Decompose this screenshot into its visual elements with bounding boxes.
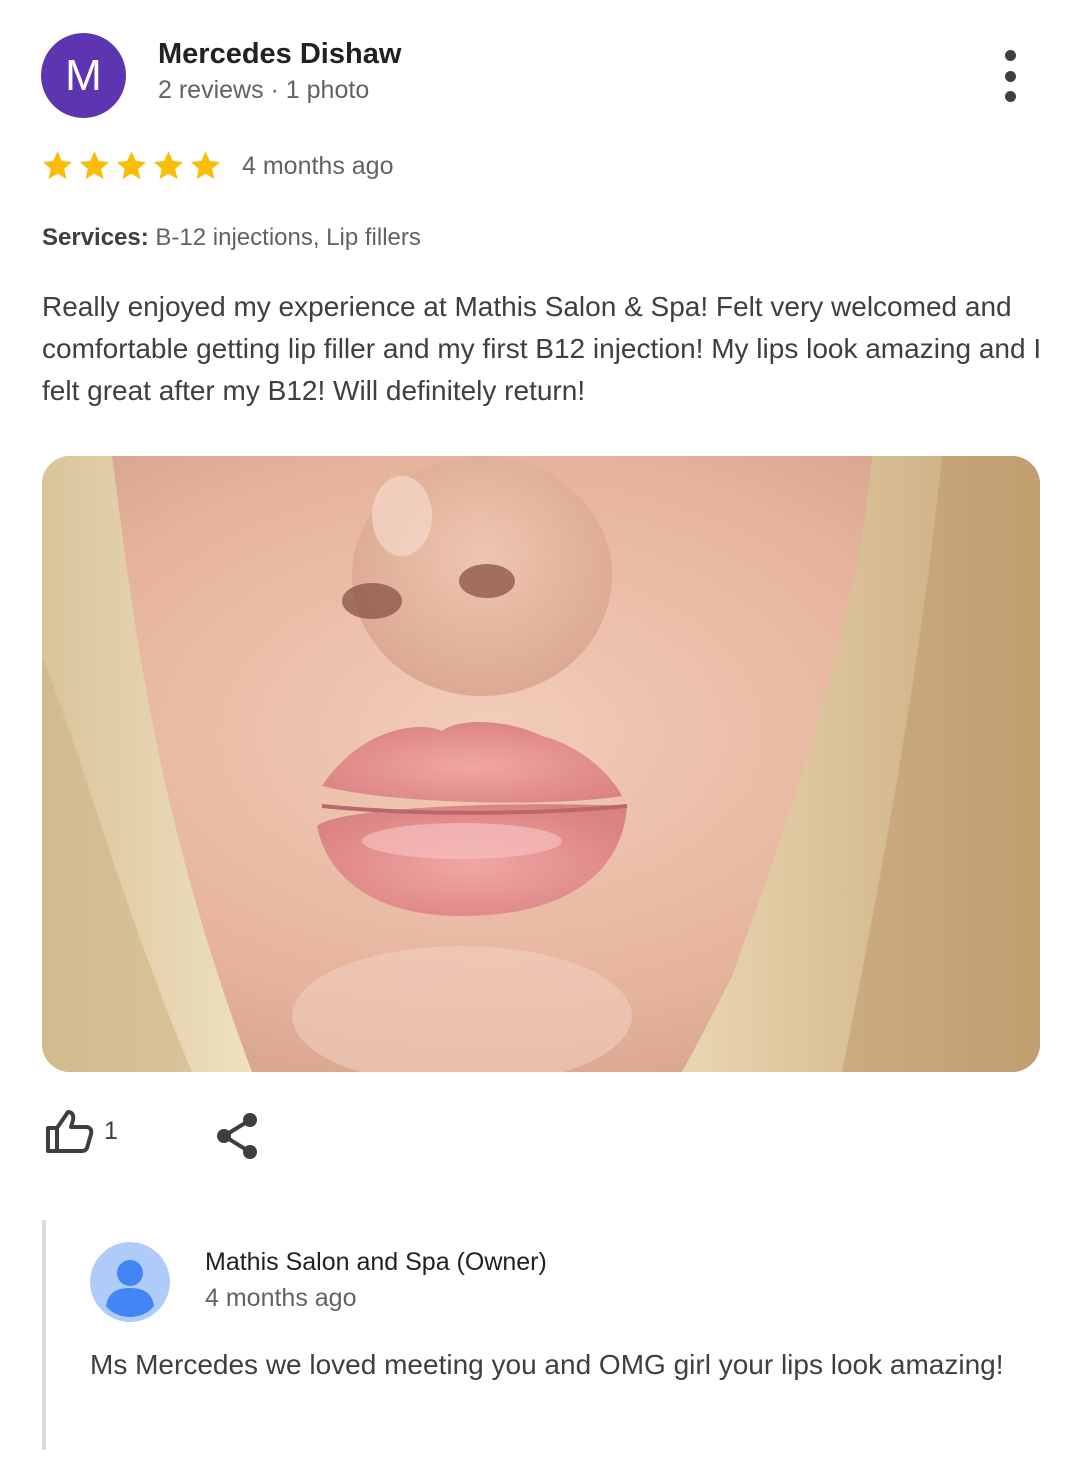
review-photo[interactable] bbox=[42, 456, 1040, 1072]
owner-reply-time: 4 months ago bbox=[205, 1284, 357, 1312]
like-count: 1 bbox=[104, 1116, 118, 1145]
more-vert-icon bbox=[1004, 50, 1016, 61]
reviewer-meta: 2 reviews · 1 photo bbox=[158, 76, 370, 104]
star-icon bbox=[79, 151, 110, 180]
more-options-button[interactable] bbox=[990, 50, 1030, 102]
share-icon bbox=[217, 1113, 257, 1159]
star-icon bbox=[42, 151, 73, 180]
review-time: 4 months ago bbox=[242, 152, 394, 180]
owner-reply-text: Ms Mercedes we loved meeting you and OMG… bbox=[90, 1349, 1004, 1380]
services-label: Services: bbox=[42, 224, 149, 251]
reviewer-name[interactable]: Mercedes Dishaw bbox=[158, 38, 401, 71]
review-photo-image bbox=[42, 456, 1040, 1072]
owner-name: Mathis Salon and Spa (Owner) bbox=[205, 1248, 547, 1276]
reply-divider bbox=[42, 1220, 46, 1450]
star-icon bbox=[190, 151, 221, 180]
share-button[interactable] bbox=[214, 1112, 260, 1165]
services-line: Services: B-12 injections, Lip fillers bbox=[42, 224, 421, 252]
reviewer-avatar[interactable]: M bbox=[41, 33, 126, 118]
owner-avatar bbox=[90, 1242, 170, 1322]
more-vert-icon-dot bbox=[1004, 91, 1016, 102]
star-icon bbox=[153, 151, 184, 180]
person-icon bbox=[90, 1242, 170, 1322]
services-value: B-12 injections, Lip fillers bbox=[155, 224, 421, 251]
like-button[interactable]: 1 bbox=[44, 1108, 118, 1154]
star-rating bbox=[40, 148, 223, 184]
review-text: Really enjoyed my experience at Mathis S… bbox=[42, 291, 1042, 406]
star-icon bbox=[116, 151, 147, 180]
thumb-up-icon bbox=[46, 1110, 94, 1153]
more-vert-icon-dot bbox=[1004, 70, 1016, 82]
